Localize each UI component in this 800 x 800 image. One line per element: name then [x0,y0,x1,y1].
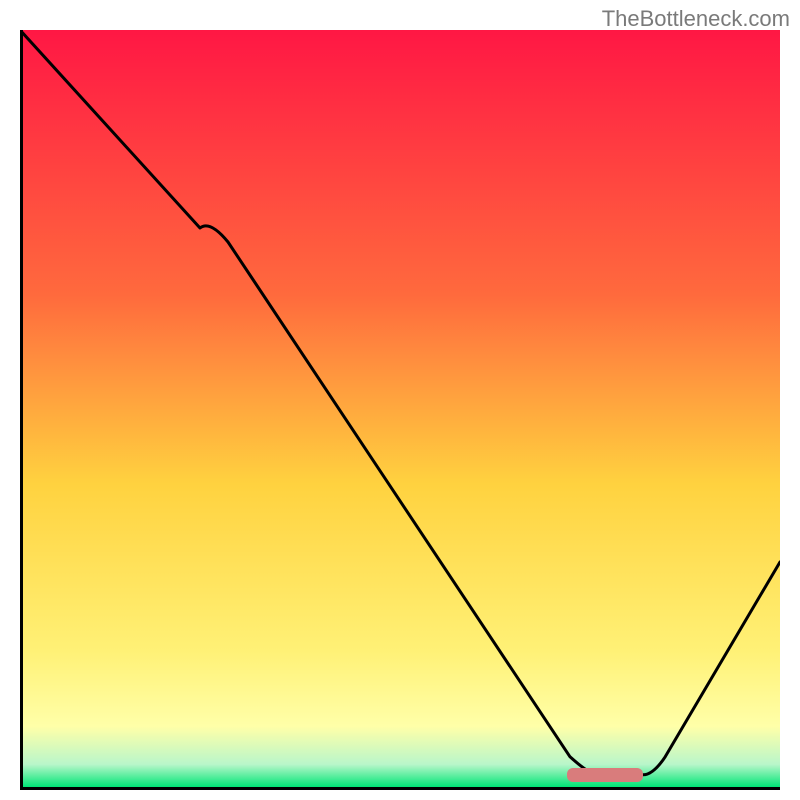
chart-container: TheBottleneck.com [0,0,800,800]
optimal-marker [567,768,643,782]
bottleneck-curve [20,30,780,790]
watermark-text: TheBottleneck.com [602,6,790,32]
